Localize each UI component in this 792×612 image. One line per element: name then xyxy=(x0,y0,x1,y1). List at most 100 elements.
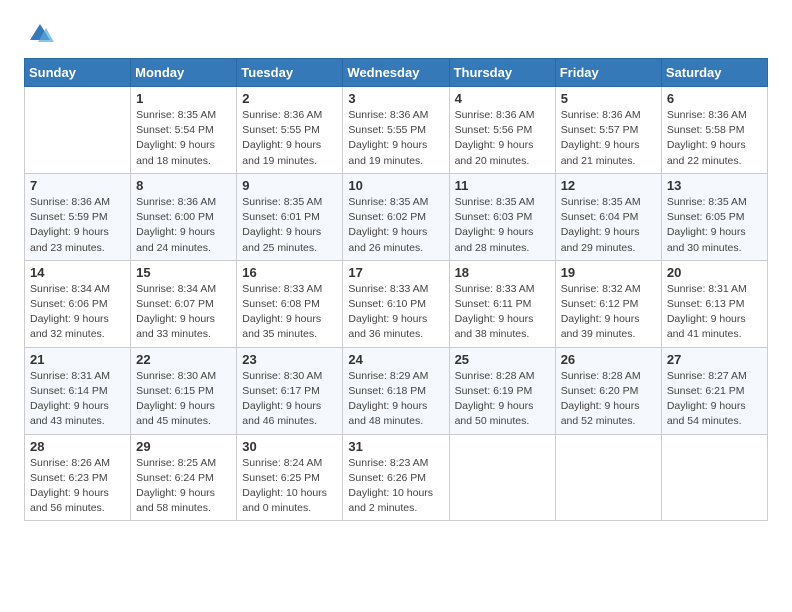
calendar-cell: 30 Sunrise: 8:24 AMSunset: 6:25 PMDayligh… xyxy=(237,434,343,521)
day-info: Sunrise: 8:35 AMSunset: 6:02 PMDaylight:… xyxy=(348,195,443,256)
day-info: Sunrise: 8:28 AMSunset: 6:20 PMDaylight:… xyxy=(561,369,656,430)
week-row-1: 1 Sunrise: 8:35 AMSunset: 5:54 PMDaylight… xyxy=(25,87,768,174)
day-number: 19 xyxy=(561,265,656,280)
day-number: 20 xyxy=(667,265,762,280)
day-number: 29 xyxy=(136,439,231,454)
day-number: 23 xyxy=(242,352,337,367)
day-info: Sunrise: 8:31 AMSunset: 6:13 PMDaylight:… xyxy=(667,282,762,343)
day-info: Sunrise: 8:32 AMSunset: 6:12 PMDaylight:… xyxy=(561,282,656,343)
calendar-cell xyxy=(555,434,661,521)
day-number: 25 xyxy=(455,352,550,367)
day-number: 17 xyxy=(348,265,443,280)
page: SundayMondayTuesdayWednesdayThursdayFrid… xyxy=(0,0,792,537)
day-info: Sunrise: 8:36 AMSunset: 5:55 PMDaylight:… xyxy=(242,108,337,169)
calendar-cell: 17 Sunrise: 8:33 AMSunset: 6:10 PMDayligh… xyxy=(343,260,449,347)
calendar-cell: 13Sunrise: 8:35 AMSunset: 6:05 PMDayligh… xyxy=(661,173,767,260)
calendar-cell: 19 Sunrise: 8:32 AMSunset: 6:12 PMDayligh… xyxy=(555,260,661,347)
calendar-cell: 20 Sunrise: 8:31 AMSunset: 6:13 PMDayligh… xyxy=(661,260,767,347)
day-number: 24 xyxy=(348,352,443,367)
day-info: Sunrise: 8:36 AMSunset: 5:56 PMDaylight:… xyxy=(455,108,550,169)
week-row-4: 21Sunrise: 8:31 AMSunset: 6:14 PMDayligh… xyxy=(25,347,768,434)
day-info: Sunrise: 8:35 AMSunset: 6:04 PMDaylight:… xyxy=(561,195,656,256)
calendar-cell: 1 Sunrise: 8:35 AMSunset: 5:54 PMDaylight… xyxy=(131,87,237,174)
day-number: 10 xyxy=(348,178,443,193)
day-number: 28 xyxy=(30,439,125,454)
day-info: Sunrise: 8:34 AMSunset: 6:06 PMDaylight:… xyxy=(30,282,125,343)
calendar-cell: 7Sunrise: 8:36 AMSunset: 5:59 PMDaylight… xyxy=(25,173,131,260)
day-info: Sunrise: 8:27 AMSunset: 6:21 PMDaylight:… xyxy=(667,369,762,430)
day-number: 11 xyxy=(455,178,550,193)
day-number: 13 xyxy=(667,178,762,193)
day-number: 7 xyxy=(30,178,125,193)
day-number: 27 xyxy=(667,352,762,367)
weekday-header-thursday: Thursday xyxy=(449,59,555,87)
calendar-cell: 8 Sunrise: 8:36 AMSunset: 6:00 PMDaylight… xyxy=(131,173,237,260)
calendar-cell: 21Sunrise: 8:31 AMSunset: 6:14 PMDayligh… xyxy=(25,347,131,434)
day-number: 14 xyxy=(30,265,125,280)
day-number: 15 xyxy=(136,265,231,280)
day-info: Sunrise: 8:34 AMSunset: 6:07 PMDaylight:… xyxy=(136,282,231,343)
day-info: Sunrise: 8:36 AMSunset: 5:58 PMDaylight:… xyxy=(667,108,762,169)
day-info: Sunrise: 8:29 AMSunset: 6:18 PMDaylight:… xyxy=(348,369,443,430)
day-number: 16 xyxy=(242,265,337,280)
day-info: Sunrise: 8:35 AMSunset: 5:54 PMDaylight:… xyxy=(136,108,231,169)
calendar-cell: 28Sunrise: 8:26 AMSunset: 6:23 PMDayligh… xyxy=(25,434,131,521)
day-number: 6 xyxy=(667,91,762,106)
week-row-3: 14 Sunrise: 8:34 AMSunset: 6:06 PMDayligh… xyxy=(25,260,768,347)
day-info: Sunrise: 8:24 AMSunset: 6:25 PMDaylight:… xyxy=(242,456,337,517)
day-number: 1 xyxy=(136,91,231,106)
calendar-cell: 4 Sunrise: 8:36 AMSunset: 5:56 PMDaylight… xyxy=(449,87,555,174)
weekday-header-monday: Monday xyxy=(131,59,237,87)
day-number: 12 xyxy=(561,178,656,193)
day-number: 22 xyxy=(136,352,231,367)
calendar-cell: 18Sunrise: 8:33 AMSunset: 6:11 PMDayligh… xyxy=(449,260,555,347)
calendar-cell: 29Sunrise: 8:25 AMSunset: 6:24 PMDayligh… xyxy=(131,434,237,521)
calendar-cell: 22 Sunrise: 8:30 AMSunset: 6:15 PMDayligh… xyxy=(131,347,237,434)
day-info: Sunrise: 8:35 AMSunset: 6:01 PMDaylight:… xyxy=(242,195,337,256)
calendar-cell: 24 Sunrise: 8:29 AMSunset: 6:18 PMDayligh… xyxy=(343,347,449,434)
calendar-cell: 31Sunrise: 8:23 AMSunset: 6:26 PMDayligh… xyxy=(343,434,449,521)
calendar-cell: 9Sunrise: 8:35 AMSunset: 6:01 PMDaylight… xyxy=(237,173,343,260)
week-row-2: 7Sunrise: 8:36 AMSunset: 5:59 PMDaylight… xyxy=(25,173,768,260)
weekday-header-saturday: Saturday xyxy=(661,59,767,87)
calendar-cell: 23 Sunrise: 8:30 AMSunset: 6:17 PMDayligh… xyxy=(237,347,343,434)
weekday-header-friday: Friday xyxy=(555,59,661,87)
calendar-body: 1 Sunrise: 8:35 AMSunset: 5:54 PMDaylight… xyxy=(25,87,768,521)
weekday-header-wednesday: Wednesday xyxy=(343,59,449,87)
calendar-cell: 25 Sunrise: 8:28 AMSunset: 6:19 PMDayligh… xyxy=(449,347,555,434)
calendar-cell xyxy=(25,87,131,174)
week-row-5: 28Sunrise: 8:26 AMSunset: 6:23 PMDayligh… xyxy=(25,434,768,521)
day-info: Sunrise: 8:33 AMSunset: 6:10 PMDaylight:… xyxy=(348,282,443,343)
day-number: 18 xyxy=(455,265,550,280)
calendar-cell xyxy=(449,434,555,521)
day-number: 5 xyxy=(561,91,656,106)
day-number: 30 xyxy=(242,439,337,454)
calendar-cell: 27 Sunrise: 8:27 AMSunset: 6:21 PMDayligh… xyxy=(661,347,767,434)
day-number: 4 xyxy=(455,91,550,106)
day-info: Sunrise: 8:30 AMSunset: 6:15 PMDaylight:… xyxy=(136,369,231,430)
calendar-cell: 2Sunrise: 8:36 AMSunset: 5:55 PMDaylight… xyxy=(237,87,343,174)
calendar-cell: 16 Sunrise: 8:33 AMSunset: 6:08 PMDayligh… xyxy=(237,260,343,347)
calendar-table: SundayMondayTuesdayWednesdayThursdayFrid… xyxy=(24,58,768,521)
day-info: Sunrise: 8:33 AMSunset: 6:08 PMDaylight:… xyxy=(242,282,337,343)
calendar-cell: 14 Sunrise: 8:34 AMSunset: 6:06 PMDayligh… xyxy=(25,260,131,347)
day-number: 31 xyxy=(348,439,443,454)
weekday-row: SundayMondayTuesdayWednesdayThursdayFrid… xyxy=(25,59,768,87)
weekday-header-tuesday: Tuesday xyxy=(237,59,343,87)
calendar-cell: 11 Sunrise: 8:35 AMSunset: 6:03 PMDayligh… xyxy=(449,173,555,260)
calendar-cell: 10 Sunrise: 8:35 AMSunset: 6:02 PMDayligh… xyxy=(343,173,449,260)
calendar-cell: 12 Sunrise: 8:35 AMSunset: 6:04 PMDayligh… xyxy=(555,173,661,260)
day-number: 3 xyxy=(348,91,443,106)
day-info: Sunrise: 8:28 AMSunset: 6:19 PMDaylight:… xyxy=(455,369,550,430)
calendar-cell: 6 Sunrise: 8:36 AMSunset: 5:58 PMDaylight… xyxy=(661,87,767,174)
weekday-header-sunday: Sunday xyxy=(25,59,131,87)
day-info: Sunrise: 8:35 AMSunset: 6:03 PMDaylight:… xyxy=(455,195,550,256)
calendar-cell: 15 Sunrise: 8:34 AMSunset: 6:07 PMDayligh… xyxy=(131,260,237,347)
day-info: Sunrise: 8:36 AMSunset: 5:57 PMDaylight:… xyxy=(561,108,656,169)
logo-icon xyxy=(26,20,54,48)
calendar-cell: 5 Sunrise: 8:36 AMSunset: 5:57 PMDaylight… xyxy=(555,87,661,174)
day-info: Sunrise: 8:36 AMSunset: 6:00 PMDaylight:… xyxy=(136,195,231,256)
day-number: 8 xyxy=(136,178,231,193)
day-info: Sunrise: 8:30 AMSunset: 6:17 PMDaylight:… xyxy=(242,369,337,430)
calendar-cell: 3Sunrise: 8:36 AMSunset: 5:55 PMDaylight… xyxy=(343,87,449,174)
